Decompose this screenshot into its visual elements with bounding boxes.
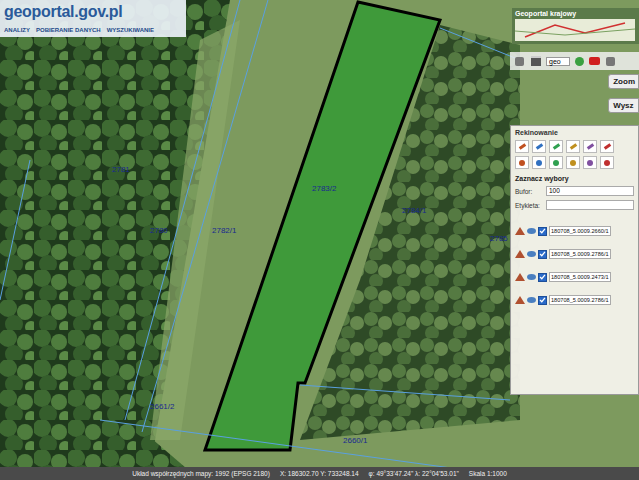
draw-tool-icon[interactable] — [566, 140, 580, 153]
tool-grid — [515, 140, 634, 169]
parcel-label: 2781 — [112, 165, 130, 174]
layer-row[interactable]: 180708_5.0009.2786/1 — [515, 295, 634, 305]
overview-title: Geoportal krajowy — [515, 10, 636, 17]
draw-tool-icon[interactable] — [583, 140, 597, 153]
draw-tool-icon[interactable] — [532, 140, 546, 153]
side-button[interactable]: Zoom — [608, 74, 639, 89]
layer-name: 180708_5.0009.2786/1 — [549, 295, 611, 305]
parcel-outline[interactable] — [205, 2, 440, 450]
menu-item[interactable]: ANALIZY — [4, 27, 30, 33]
tools-icon[interactable] — [514, 56, 525, 67]
layer-name: 180708_5.0009.2473/1 — [549, 272, 611, 282]
eye-icon[interactable] — [527, 274, 536, 280]
parcel-label: 2660/1 — [343, 436, 367, 445]
side-buttons: Zoom Wysz — [608, 74, 639, 113]
parcel-label: 2780 — [150, 226, 168, 235]
layer-list: 180708_5.0009.2660/1 180708_5.0009.2786/1… — [515, 226, 634, 305]
eye-icon[interactable] — [527, 297, 536, 303]
header: geoportal.gov.pl ANALIZY POBIERANIE DANYCH… — [0, 0, 186, 37]
edit-tool-icon[interactable] — [600, 156, 614, 169]
edit-tool-icon[interactable] — [566, 156, 580, 169]
menu-item[interactable]: POBIERANIE DANYCH — [36, 27, 101, 33]
check-icon — [539, 227, 546, 235]
parcel-label: 2782/1 — [212, 226, 236, 235]
drawing-panel: RekinowanieZaznacz wyboryBufor:100Etykie… — [510, 125, 639, 395]
geoportal-screen: 2781 2780 2782/1 2783/2 2784/1 2785 2661/2 2660… — [0, 0, 639, 480]
form-field: Bufor:100 — [515, 186, 634, 196]
draw-tool-icon[interactable] — [549, 140, 563, 153]
form-field: Etykieta: — [515, 200, 634, 210]
status-bar: Układ współrzędnych mapy: 1992 (EPSG 218… — [0, 467, 639, 480]
youtube-icon[interactable] — [589, 57, 600, 65]
field-label: Bufor: — [515, 188, 543, 195]
map-select[interactable]: geo — [546, 57, 570, 66]
status-item: Skala 1:1000 — [469, 470, 507, 477]
style-icon[interactable] — [515, 273, 525, 281]
parcel-label: 2783/2 — [312, 184, 336, 193]
edit-tool-icon[interactable] — [549, 156, 563, 169]
overview-map-icon — [515, 19, 635, 41]
check-icon — [539, 250, 546, 258]
field-label: Etykieta: — [515, 202, 543, 209]
layer-row[interactable]: 180708_5.0009.2786/1 — [515, 249, 634, 259]
parcel-label: 2785 — [490, 234, 508, 243]
status-item: Układ współrzędnych mapy: 1992 (EPSG 218… — [132, 470, 270, 477]
print-icon[interactable] — [530, 56, 541, 67]
style-icon[interactable] — [515, 296, 525, 304]
panel-subtitle: Zaznacz wybory — [515, 175, 634, 182]
check-icon — [539, 296, 546, 304]
draw-tool-icon[interactable] — [515, 140, 529, 153]
eye-icon[interactable] — [527, 251, 536, 257]
layer-name: 180708_5.0009.2786/1 — [549, 249, 611, 259]
field-input[interactable] — [546, 200, 634, 210]
panel-title: Rekinowanie — [515, 129, 634, 136]
edit-tool-icon[interactable] — [583, 156, 597, 169]
status-icon[interactable] — [575, 57, 584, 66]
style-icon[interactable] — [515, 227, 525, 235]
style-icon[interactable] — [515, 250, 525, 258]
layer-checkbox[interactable] — [538, 227, 547, 236]
field-input[interactable]: 100 — [546, 186, 634, 196]
check-icon — [539, 273, 546, 281]
logo[interactable]: geoportal.gov.pl — [4, 3, 182, 21]
parcel-label: 2661/2 — [150, 402, 174, 411]
status-item: X: 186302.70 Y: 733248.14 — [280, 470, 359, 477]
layer-checkbox[interactable] — [538, 250, 547, 259]
layer-row[interactable]: 180708_5.0009.2473/1 — [515, 272, 634, 282]
parcel-label: 2784/1 — [402, 206, 426, 215]
main-menu: ANALIZY POBIERANIE DANYCH WYSZUKIWANIE — [4, 27, 182, 33]
eye-icon[interactable] — [527, 228, 536, 234]
layer-name: 180708_5.0009.2660/1 — [549, 226, 611, 236]
draw-tool-icon[interactable] — [600, 140, 614, 153]
edit-tool-icon[interactable] — [515, 156, 529, 169]
side-button[interactable]: Wysz — [608, 98, 639, 113]
help-icon[interactable] — [605, 56, 616, 67]
overview-map[interactable]: Geoportal krajowy — [512, 8, 639, 44]
layer-checkbox[interactable] — [538, 273, 547, 282]
status-item: φ: 49°33'47.24" λ: 22°04'53.01" — [369, 470, 459, 477]
edit-tool-icon[interactable] — [532, 156, 546, 169]
toolbar: geo — [510, 52, 639, 70]
layer-row[interactable]: 180708_5.0009.2660/1 — [515, 226, 634, 236]
layer-checkbox[interactable] — [538, 296, 547, 305]
menu-item[interactable]: WYSZUKIWANIE — [107, 27, 154, 33]
